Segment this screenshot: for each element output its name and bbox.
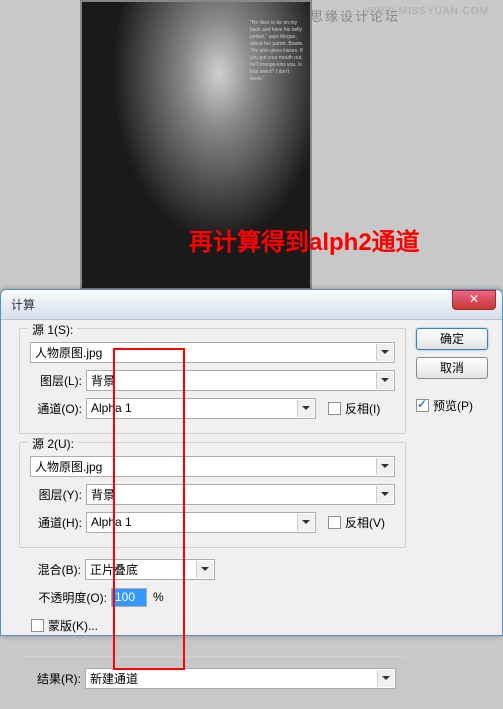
annotation-text: 再计算得到alph2通道 bbox=[189, 222, 420, 257]
opacity-label: 不透明度(O): bbox=[29, 589, 111, 606]
result-label: 结果(R): bbox=[29, 670, 85, 687]
source1-channel-value: Alpha 1 bbox=[91, 401, 132, 415]
mask-label: 蒙版(K)... bbox=[48, 617, 98, 634]
chevron-down-icon bbox=[376, 458, 393, 475]
opacity-input[interactable]: 100 bbox=[111, 588, 147, 607]
percent-label: % bbox=[153, 590, 164, 604]
chevron-down-icon bbox=[377, 670, 394, 687]
source1-file-combo[interactable]: 人物原图.jpg bbox=[30, 342, 395, 363]
source2-channel-value: Alpha 1 bbox=[91, 515, 132, 529]
calculations-dialog: 计算 ✕ 源 1(S): 人物原图.jpg 图层(L): 背景 bbox=[0, 289, 503, 636]
right-column: 确定 取消 预览(P) bbox=[406, 328, 492, 709]
source1-invert-label: 反相(I) bbox=[345, 400, 380, 417]
result-group: 结果(R): 新建通道 bbox=[19, 656, 406, 701]
watermark-url: WWW.MISSYUAN.COM bbox=[364, 6, 489, 17]
chevron-down-icon bbox=[196, 561, 213, 578]
dialog-title: 计算 bbox=[11, 298, 35, 312]
source2-file-combo[interactable]: 人物原图.jpg bbox=[30, 456, 395, 477]
source2-channel-combo[interactable]: Alpha 1 bbox=[86, 512, 316, 533]
source1-layer-combo[interactable]: 背景 bbox=[86, 370, 395, 391]
article-caption: "He likes to be on my back and have his … bbox=[250, 20, 304, 118]
source2-channel-label: 通道(H): bbox=[30, 514, 86, 531]
source1-channel-label: 通道(O): bbox=[30, 400, 86, 417]
dialog-body: 源 1(S): 人物原图.jpg 图层(L): 背景 通道(O): bbox=[1, 320, 502, 709]
chevron-down-icon bbox=[297, 514, 314, 531]
chevron-down-icon bbox=[297, 400, 314, 417]
close-button[interactable]: ✕ bbox=[452, 290, 496, 310]
source1-file-value: 人物原图.jpg bbox=[35, 344, 102, 361]
source1-layer-label: 图层(L): bbox=[30, 372, 86, 389]
source2-layer-value: 背景 bbox=[91, 486, 115, 503]
source2-group: 源 2(U): 人物原图.jpg 图层(Y): 背景 通道(H): bbox=[19, 442, 406, 548]
source2-invert-label: 反相(V) bbox=[345, 514, 385, 531]
source1-layer-value: 背景 bbox=[91, 372, 115, 389]
source1-invert-checkbox[interactable] bbox=[328, 402, 341, 415]
blend-mode-value: 正片叠底 bbox=[90, 561, 138, 578]
source2-legend: 源 2(U): bbox=[28, 435, 78, 452]
source2-file-value: 人物原图.jpg bbox=[35, 458, 102, 475]
chevron-down-icon bbox=[376, 372, 393, 389]
source1-legend: 源 1(S): bbox=[28, 321, 77, 338]
source2-layer-label: 图层(Y): bbox=[30, 486, 86, 503]
result-combo[interactable]: 新建通道 bbox=[85, 668, 396, 689]
source2-layer-combo[interactable]: 背景 bbox=[86, 484, 395, 505]
source2-invert-checkbox[interactable] bbox=[328, 516, 341, 529]
dialog-titlebar[interactable]: 计算 ✕ bbox=[1, 290, 502, 320]
blend-group: 混合(B): 正片叠底 不透明度(O): 100 % 蒙版(K)... bbox=[19, 556, 406, 648]
cancel-button[interactable]: 取消 bbox=[416, 357, 488, 379]
blend-label: 混合(B): bbox=[29, 561, 85, 578]
ok-button[interactable]: 确定 bbox=[416, 328, 488, 350]
chevron-down-icon bbox=[376, 344, 393, 361]
preview-label: 预览(P) bbox=[433, 397, 473, 414]
source1-channel-combo[interactable]: Alpha 1 bbox=[86, 398, 316, 419]
mask-checkbox[interactable] bbox=[31, 619, 44, 632]
close-icon: ✕ bbox=[469, 292, 479, 306]
preview-checkbox[interactable] bbox=[416, 399, 429, 412]
result-value: 新建通道 bbox=[90, 670, 138, 687]
source1-group: 源 1(S): 人物原图.jpg 图层(L): 背景 通道(O): bbox=[19, 328, 406, 434]
blend-mode-combo[interactable]: 正片叠底 bbox=[85, 559, 215, 580]
left-column: 源 1(S): 人物原图.jpg 图层(L): 背景 通道(O): bbox=[19, 328, 406, 709]
chevron-down-icon bbox=[376, 486, 393, 503]
